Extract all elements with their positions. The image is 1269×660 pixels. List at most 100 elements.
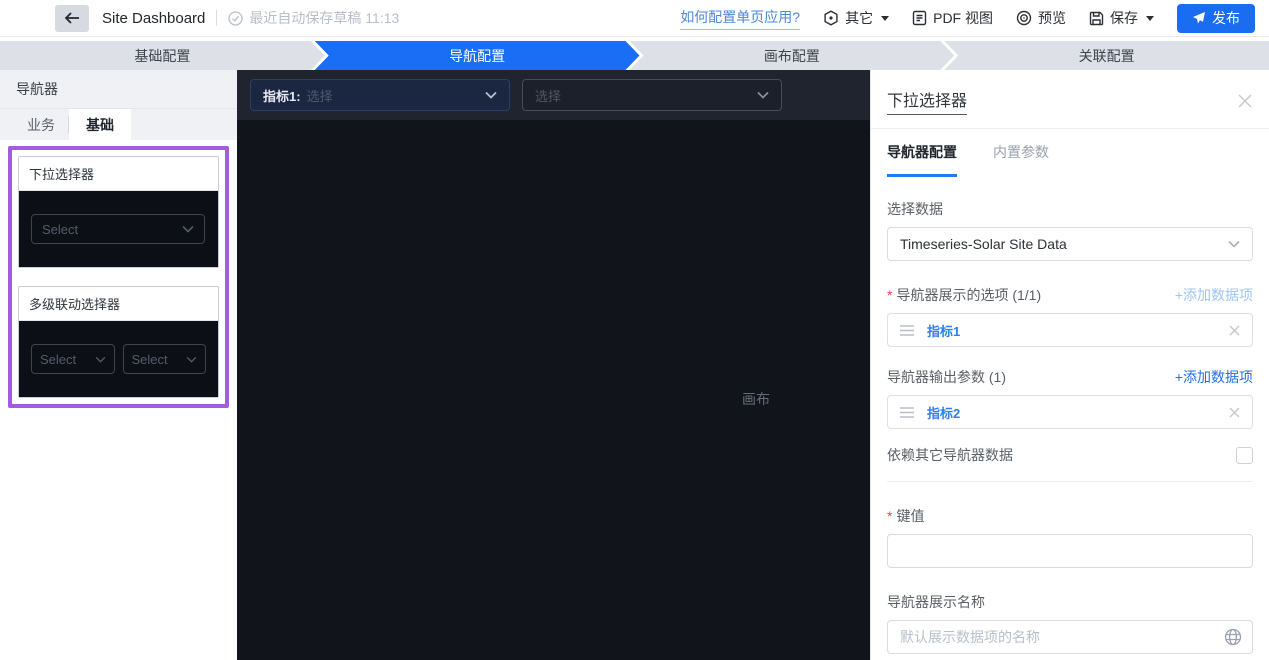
chevron-down-icon [186, 356, 197, 363]
pdf-view-button[interactable]: PDF 视图 [912, 8, 993, 28]
depend-checkbox[interactable] [1236, 447, 1253, 464]
metric-dropdown-label: 指标1: [263, 86, 301, 105]
select-placeholder-box: Select [31, 344, 115, 374]
preview-button[interactable]: 预览 [1016, 8, 1066, 28]
select-data-label: 选择数据 [887, 199, 1253, 219]
drag-handle-icon[interactable] [900, 407, 914, 418]
step-tabs: 基础配置 导航配置 画布配置 关联配置 [0, 41, 1269, 70]
add-data-item-link[interactable]: +添加数据项 [1175, 367, 1253, 387]
plain-dropdown-placeholder: 选择 [535, 86, 561, 105]
drag-handle-icon[interactable] [900, 325, 914, 336]
send-icon [1192, 11, 1206, 25]
remove-item-icon[interactable] [1229, 325, 1240, 336]
required-mark: * [887, 508, 892, 524]
tab-builtin-params[interactable]: 内置参数 [993, 142, 1049, 177]
canvas-placeholder-label: 画布 [742, 389, 770, 409]
sidebar-body: 下拉选择器 Select 多级联动选择器 Select [0, 140, 237, 660]
display-options-text: 导航器展示的选项 (1/1) [896, 287, 1041, 303]
save-icon [1089, 11, 1104, 26]
key-input[interactable] [887, 534, 1253, 568]
select-placeholder-label: Select [132, 352, 168, 367]
canvas[interactable]: 指标1: 选择 选择 画布 [237, 70, 870, 660]
metric-dropdown-placeholder: 选择 [307, 86, 333, 105]
select-placeholder-box: Select [123, 344, 207, 374]
save-label: 保存 [1110, 8, 1138, 28]
step-label: 基础配置 [134, 46, 190, 66]
step-label: 导航配置 [449, 46, 505, 66]
pdf-view-label: PDF 视图 [933, 8, 993, 28]
step-tab-relation-config[interactable]: 关联配置 [944, 41, 1269, 70]
caret-down-icon [881, 16, 889, 21]
data-item-row[interactable]: 指标2 [887, 395, 1253, 429]
gear-icon [823, 10, 839, 26]
main-content: 导航器 业务 基础 下拉选择器 Select 多级联动选择器 [0, 70, 1269, 660]
select-placeholder-label: Select [40, 352, 76, 367]
topbar-actions: 如何配置单页应用? 其它 PDF 视图 预览 保存 发布 [680, 4, 1255, 33]
preview-label: 预览 [1038, 8, 1066, 28]
step-tab-navigation-config[interactable]: 导航配置 [315, 41, 640, 70]
step-tab-basic-config[interactable]: 基础配置 [0, 41, 325, 70]
widget-card-cascade-selector[interactable]: 多级联动选择器 Select Select [18, 286, 219, 398]
widget-preview: Select [19, 191, 218, 267]
select-data-dropdown[interactable]: Timeseries-Solar Site Data [887, 227, 1253, 261]
metric-dropdown[interactable]: 指标1: 选择 [250, 79, 510, 111]
panel-tabs: 导航器配置 内置参数 [887, 129, 1253, 177]
required-mark: * [887, 287, 892, 303]
display-name-input[interactable] [887, 620, 1253, 654]
more-menu-button[interactable]: 其它 [823, 8, 889, 28]
save-button[interactable]: 保存 [1089, 8, 1154, 28]
output-params-label: 导航器输出参数 (1) [887, 367, 1006, 387]
widget-preview: Select Select [19, 321, 218, 397]
autosave-status: 最近自动保存草稿 11:13 [228, 8, 399, 28]
navigator-sidebar: 导航器 业务 基础 下拉选择器 Select 多级联动选择器 [0, 70, 237, 660]
circle-check-icon [228, 11, 243, 26]
sidebar-tab-business[interactable]: 业务 [14, 109, 68, 140]
plain-dropdown[interactable]: 选择 [522, 79, 782, 111]
display-options-label: *导航器展示的选项 (1/1) [887, 285, 1041, 305]
chevron-down-icon [1228, 240, 1240, 248]
sidebar-title: 导航器 [0, 70, 237, 109]
display-options-header: *导航器展示的选项 (1/1) +添加数据项 [887, 285, 1253, 305]
app-title: Site Dashboard [102, 10, 205, 27]
display-name-field [887, 620, 1253, 654]
step-tab-canvas-config[interactable]: 画布配置 [630, 41, 955, 70]
close-icon[interactable] [1237, 93, 1253, 109]
publish-label: 发布 [1212, 8, 1240, 28]
tab-navigator-config[interactable]: 导航器配置 [887, 142, 957, 177]
sidebar-tabs: 业务 基础 [0, 109, 237, 140]
chevron-down-icon [485, 91, 497, 99]
remove-item-icon[interactable] [1229, 407, 1240, 418]
depend-label: 依赖其它导航器数据 [887, 445, 1013, 465]
step-label: 画布配置 [764, 46, 820, 66]
caret-down-icon [1146, 16, 1154, 21]
sidebar-tab-basic[interactable]: 基础 [69, 109, 131, 140]
panel-header: 下拉选择器 [887, 70, 1253, 115]
depend-row: 依赖其它导航器数据 [887, 445, 1253, 465]
publish-button[interactable]: 发布 [1177, 4, 1255, 33]
divider [216, 10, 217, 26]
data-item-label: 指标1 [927, 321, 960, 340]
select-placeholder-box: Select [31, 214, 205, 244]
preview-icon [1016, 10, 1032, 26]
back-button[interactable] [55, 5, 89, 32]
key-label-text: 键值 [896, 508, 924, 524]
arrow-left-icon [65, 12, 80, 24]
globe-icon[interactable] [1224, 628, 1242, 646]
data-item-row[interactable]: 指标1 [887, 313, 1253, 347]
add-data-item-link[interactable]: +添加数据项 [1175, 285, 1253, 305]
pdf-document-icon [912, 10, 927, 26]
key-label: *键值 [887, 506, 1253, 526]
select-data-value: Timeseries-Solar Site Data [900, 236, 1067, 252]
help-link[interactable]: 如何配置单页应用? [680, 7, 800, 30]
data-item-label: 指标2 [927, 403, 960, 422]
step-label: 关联配置 [1079, 46, 1135, 66]
chevron-down-icon [182, 225, 194, 233]
output-params-header: 导航器输出参数 (1) +添加数据项 [887, 367, 1253, 387]
widget-highlight-box: 下拉选择器 Select 多级联动选择器 Select [8, 146, 229, 408]
chevron-down-icon [757, 91, 769, 99]
widget-card-title: 下拉选择器 [19, 157, 218, 191]
select-placeholder-label: Select [42, 222, 78, 237]
topbar: Site Dashboard 最近自动保存草稿 11:13 如何配置单页应用? … [0, 0, 1269, 37]
widget-card-dropdown-selector[interactable]: 下拉选择器 Select [18, 156, 219, 268]
widget-card-title: 多级联动选择器 [19, 287, 218, 321]
